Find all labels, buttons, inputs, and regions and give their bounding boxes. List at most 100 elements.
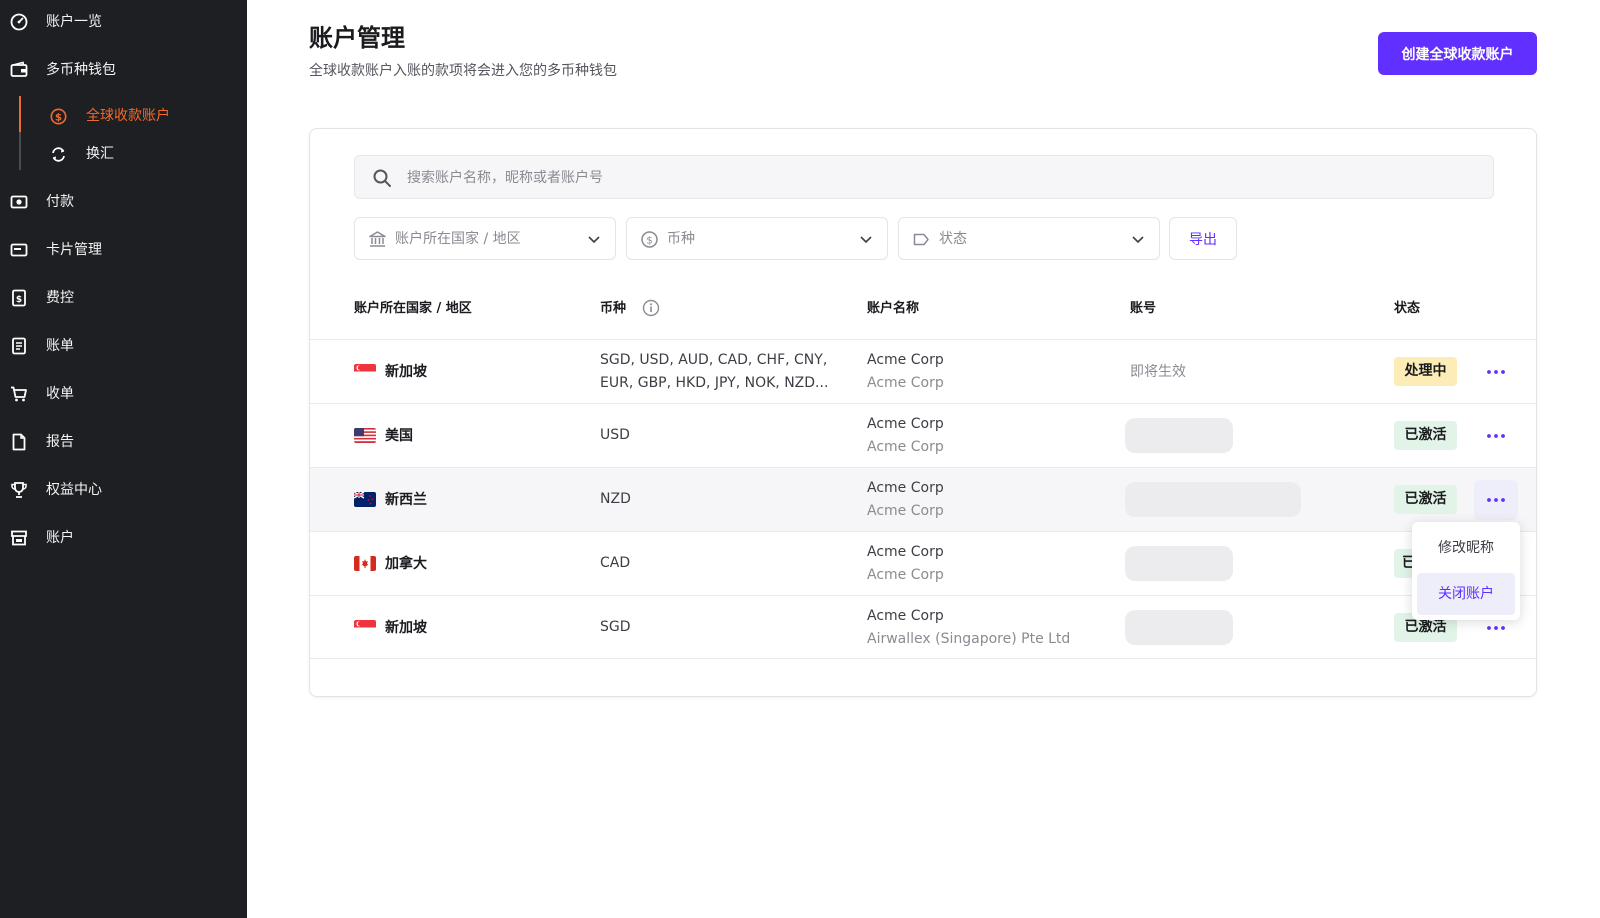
- column-header-currency: 币种: [600, 301, 627, 316]
- submenu-active-indicator: [19, 96, 21, 132]
- sidebar-item-label: 付款: [46, 194, 74, 210]
- sidebar-subitem-global-accounts[interactable]: $ 全球收款账户: [40, 101, 240, 131]
- account-number: 即将生效: [1130, 364, 1186, 380]
- menu-item-close-account[interactable]: 关闭账户: [1417, 573, 1515, 615]
- bank-icon: [369, 231, 386, 247]
- country-filter-select[interactable]: 账户所在国家 / 地区: [354, 217, 616, 260]
- sidebar-subitem-exchange[interactable]: 换汇: [40, 139, 240, 169]
- account-number-placeholder: [1125, 610, 1233, 645]
- row-more-button[interactable]: [1474, 416, 1518, 456]
- store-icon: [11, 530, 27, 546]
- export-button[interactable]: 导出: [1169, 217, 1237, 260]
- currency-list: NZD: [600, 491, 631, 507]
- sidebar-item-payments[interactable]: 付款: [0, 182, 247, 222]
- wallet-icon: [10, 61, 28, 77]
- page-subtitle: 全球收款账户入账的款项将会进入您的多币种钱包: [309, 63, 617, 79]
- row-action-menu: 修改昵称 关闭账户: [1412, 522, 1520, 620]
- card-icon: [10, 243, 28, 257]
- info-icon[interactable]: [642, 299, 660, 317]
- country-name: 新加坡: [385, 364, 427, 380]
- account-nickname: Acme Corp: [867, 567, 944, 583]
- search-box: [354, 155, 1494, 199]
- account-name: Acme Corp: [867, 416, 944, 432]
- country-name: 新西兰: [385, 492, 427, 508]
- sidebar-subitem-label: 换汇: [86, 146, 114, 162]
- search-icon: [373, 169, 391, 187]
- cart-icon: [11, 386, 27, 402]
- sidebar-item-label: 费控: [46, 290, 74, 306]
- column-header-account-number: 账号: [1130, 301, 1157, 316]
- sidebar-item-overview[interactable]: 账户一览: [0, 2, 247, 42]
- column-header-status: 状态: [1394, 301, 1421, 316]
- table-row[interactable]: 加拿大 CAD Acme Corp Acme Corp 已: [310, 531, 1536, 595]
- trophy-icon: [11, 482, 27, 498]
- dashboard-icon: [10, 13, 28, 31]
- account-nickname: Acme Corp: [867, 439, 944, 455]
- currency-list: USD: [600, 427, 630, 443]
- sidebar-item-wallet[interactable]: 多币种钱包: [0, 50, 247, 90]
- table-row[interactable]: 新加坡 SGD Acme Corp Airwallex (Singapore) …: [310, 595, 1536, 659]
- status-badge: 处理中: [1394, 357, 1457, 386]
- currency-list: SGD, USD, AUD, CAD, CHF, CNY,: [600, 352, 828, 368]
- create-global-account-button[interactable]: 创建全球收款账户: [1378, 32, 1537, 75]
- accounts-card: 账户所在国家 / 地区 $ 币种 状态 导出 账户所在国家 / 地区 币种 账户…: [309, 128, 1537, 697]
- row-more-button[interactable]: [1474, 480, 1518, 520]
- new-zealand-flag-icon: [354, 492, 376, 507]
- country-filter-label: 账户所在国家 / 地区: [395, 231, 521, 247]
- bill-icon: [12, 337, 26, 355]
- sidebar-item-benefits[interactable]: 权益中心: [0, 470, 247, 510]
- column-header-account-name: 账户名称: [867, 301, 920, 316]
- singapore-flag-icon: [354, 364, 376, 379]
- menu-item-edit-nickname[interactable]: 修改昵称: [1417, 527, 1515, 569]
- exchange-icon: [52, 147, 65, 162]
- singapore-flag-icon: [354, 620, 376, 635]
- sidebar-item-label: 收单: [46, 386, 74, 402]
- sidebar-subitem-label: 全球收款账户: [86, 108, 170, 124]
- table-row[interactable]: 新西兰 NZD Acme Corp Acme Corp 已激活: [310, 467, 1536, 531]
- table-row[interactable]: 美国 USD Acme Corp Acme Corp 已激活: [310, 403, 1536, 467]
- dollar-circle-icon: $: [50, 108, 67, 125]
- currency-filter-select[interactable]: $ 币种: [626, 217, 888, 260]
- sidebar-item-label: 多币种钱包: [46, 62, 116, 78]
- sidebar-item-label: 权益中心: [46, 482, 102, 498]
- more-icon: [1487, 434, 1505, 438]
- more-icon: [1487, 498, 1505, 502]
- account-name: Acme Corp: [867, 480, 944, 496]
- account-number-placeholder: [1125, 546, 1233, 581]
- payment-icon: [10, 195, 28, 209]
- more-icon: [1487, 370, 1505, 374]
- sidebar-item-acquiring[interactable]: 收单: [0, 374, 247, 414]
- country-name: 加拿大: [385, 556, 427, 572]
- report-icon: [12, 433, 26, 451]
- sidebar-item-cards[interactable]: 卡片管理: [0, 230, 247, 270]
- status-badge: 已激活: [1394, 421, 1457, 450]
- canada-flag-icon: [354, 556, 376, 571]
- country-name: 新加坡: [385, 620, 427, 636]
- currency-list: CAD: [600, 555, 631, 571]
- account-number-placeholder: [1125, 418, 1233, 453]
- account-nickname: Airwallex (Singapore) Pte Ltd: [867, 631, 1071, 647]
- sidebar-item-label: 账单: [46, 338, 74, 354]
- expense-icon: $: [12, 289, 26, 307]
- sidebar-item-reports[interactable]: 报告: [0, 422, 247, 462]
- sidebar-item-label: 账户一览: [46, 14, 102, 30]
- country-name: 美国: [385, 428, 413, 444]
- table-row[interactable]: 新加坡 SGD, USD, AUD, CAD, CHF, CNY, EUR, G…: [310, 339, 1536, 403]
- more-icon: [1487, 626, 1505, 630]
- account-name: Acme Corp: [867, 352, 944, 368]
- svg-text:$: $: [55, 112, 62, 123]
- search-input[interactable]: [407, 167, 1467, 189]
- sidebar-item-bills[interactable]: 账单: [0, 326, 247, 366]
- status-filter-select[interactable]: 状态: [898, 217, 1160, 260]
- svg-text:$: $: [646, 236, 652, 247]
- account-name: Acme Corp: [867, 608, 944, 624]
- row-more-button[interactable]: [1474, 352, 1518, 392]
- sidebar-item-label: 卡片管理: [46, 242, 102, 258]
- chevron-down-icon: [1132, 236, 1144, 244]
- page-title: 账户管理: [309, 24, 405, 52]
- sidebar-item-account[interactable]: 账户: [0, 518, 247, 558]
- account-nickname: Acme Corp: [867, 375, 944, 391]
- sidebar-item-expense[interactable]: $ 费控: [0, 278, 247, 318]
- tag-icon: [913, 233, 929, 246]
- sidebar: 账户一览 多币种钱包 $ 全球收款账户 换汇 付款 卡片管理 $ 费控 账单 收…: [0, 0, 247, 918]
